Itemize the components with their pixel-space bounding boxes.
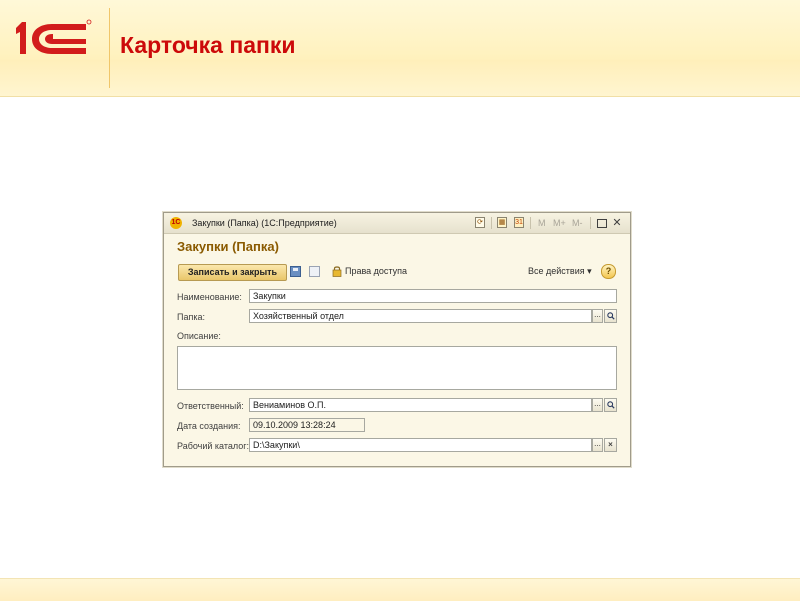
- memory-button-m[interactable]: M: [538, 218, 546, 228]
- slide-footer: [0, 578, 800, 601]
- folder-label: Папка:: [177, 312, 205, 322]
- responsible-field[interactable]: Вениаминов О.П.: [249, 398, 592, 412]
- slide-header: Карточка папки: [0, 0, 800, 97]
- work-dir-choose-button[interactable]: ...: [592, 438, 603, 452]
- maximize-icon[interactable]: [597, 219, 607, 228]
- calculator-icon[interactable]: ▦: [497, 217, 507, 228]
- save-and-close-button[interactable]: Записать и закрыть: [178, 264, 287, 281]
- form-title: Закупки (Папка): [177, 239, 279, 254]
- work-dir-field[interactable]: D:\Закупки\: [249, 438, 592, 452]
- toolbar-separator: [590, 217, 591, 229]
- close-icon[interactable]: ✕: [611, 216, 623, 229]
- toolbar-separator: [491, 217, 492, 229]
- responsible-open-button[interactable]: [604, 398, 617, 412]
- save-disk-icon[interactable]: [290, 266, 301, 277]
- app-logo-icon[interactable]: 1С: [170, 217, 182, 229]
- window-titlebar[interactable]: 1С Закупки (Папка) (1С:Предприятие) ⟳ ▦ …: [164, 213, 630, 234]
- window-title: Закупки (Папка) (1С:Предприятие): [192, 218, 337, 228]
- responsible-choose-button[interactable]: ...: [592, 398, 603, 412]
- name-label: Наименование:: [177, 292, 242, 302]
- calendar-icon[interactable]: 31: [514, 217, 524, 228]
- responsible-label: Ответственный:: [177, 401, 244, 411]
- work-dir-clear-button[interactable]: ×: [604, 438, 617, 452]
- folder-field[interactable]: Хозяйственный отдел: [249, 309, 592, 323]
- header-stripe: [0, 60, 800, 96]
- created-field[interactable]: 09.10.2009 13:28:24: [249, 418, 365, 432]
- memory-button-mminus[interactable]: M-: [572, 218, 583, 228]
- magnifier-icon: [606, 401, 615, 409]
- toolbar-separator: [530, 217, 531, 229]
- lock-icon: [332, 266, 342, 277]
- copy-icon[interactable]: [309, 266, 320, 277]
- all-actions-menu[interactable]: Все действия ▾: [528, 266, 592, 277]
- access-rights-link[interactable]: Права доступа: [345, 266, 407, 276]
- description-textarea[interactable]: [177, 346, 617, 390]
- memory-button-mplus[interactable]: M+: [553, 218, 566, 228]
- refresh-icon[interactable]: ⟳: [475, 217, 485, 228]
- slide-title: Карточка папки: [120, 32, 296, 58]
- name-field[interactable]: Закупки: [249, 289, 617, 303]
- 1c-logo: [16, 19, 92, 54]
- folder-card-window: 1С Закупки (Папка) (1С:Предприятие) ⟳ ▦ …: [163, 212, 631, 467]
- header-divider: [109, 8, 110, 88]
- description-label: Описание:: [177, 331, 221, 341]
- help-button[interactable]: ?: [601, 264, 616, 279]
- work-dir-label: Рабочий каталог:: [177, 441, 250, 451]
- magnifier-icon: [606, 312, 615, 320]
- created-label: Дата создания:: [177, 421, 241, 431]
- folder-open-button[interactable]: [604, 309, 617, 323]
- folder-choose-button[interactable]: ...: [592, 309, 603, 323]
